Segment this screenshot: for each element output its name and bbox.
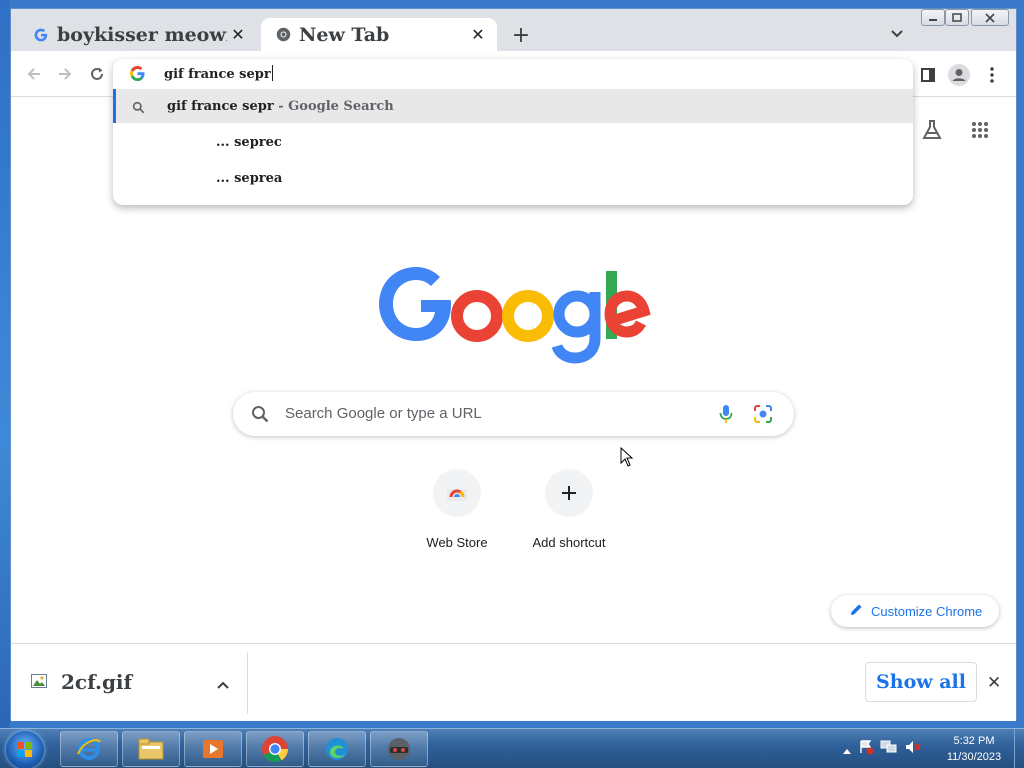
search-icon bbox=[251, 405, 269, 427]
back-arrow-icon[interactable] bbox=[23, 63, 45, 85]
new-tab-button[interactable]: + bbox=[509, 23, 533, 48]
tab-strip: boykisser meowin ✕ New Tab ✕ + bbox=[11, 9, 1016, 51]
shortcut-label: Web Store bbox=[426, 535, 488, 550]
internet-explorer-icon[interactable] bbox=[60, 731, 118, 767]
game-app-icon[interactable] bbox=[370, 731, 428, 767]
tab-title: New Tab bbox=[299, 23, 390, 46]
google-apps-icon[interactable] bbox=[971, 121, 989, 143]
omnibox-input[interactable]: gif france sepr bbox=[113, 59, 913, 89]
suggestion-item[interactable]: ... seprec bbox=[113, 125, 913, 159]
suggestion-item[interactable]: gif france sepr - Google Search bbox=[113, 89, 913, 123]
chrome-window: boykisser meowin ✕ New Tab ✕ + bbox=[10, 8, 1017, 721]
chrome-icon[interactable] bbox=[246, 731, 304, 767]
pencil-icon bbox=[849, 602, 863, 621]
search-placeholder: Search Google or type a URL bbox=[285, 405, 482, 422]
tab-close-icon[interactable]: ✕ bbox=[229, 25, 247, 44]
suggestion-text: ... seprec bbox=[216, 134, 282, 150]
volume-muted-icon[interactable] bbox=[904, 739, 922, 759]
taskbar-clock[interactable]: 5:32 PM 11/30/2023 bbox=[942, 733, 1006, 765]
file-explorer-icon[interactable] bbox=[122, 731, 180, 767]
labs-flask-icon[interactable] bbox=[921, 119, 943, 145]
tab-new-tab[interactable]: New Tab ✕ bbox=[261, 18, 497, 51]
shortcut-web-store[interactable]: Web Store bbox=[409, 469, 505, 550]
chrome-icon bbox=[275, 27, 291, 43]
minimize-icon[interactable] bbox=[921, 9, 945, 26]
desktop-edge bbox=[0, 0, 10, 730]
tab-close-icon[interactable]: ✕ bbox=[469, 25, 487, 44]
customize-chrome-button[interactable]: Customize Chrome bbox=[831, 595, 999, 627]
suggestion-item[interactable]: ... seprea bbox=[113, 161, 913, 195]
forward-arrow-icon[interactable] bbox=[54, 63, 76, 85]
clock-date: 11/30/2023 bbox=[946, 751, 1002, 763]
google-g-icon bbox=[130, 66, 145, 85]
google-logo bbox=[377, 254, 657, 364]
suggestion-text: gif france sepr - Google Search bbox=[167, 98, 394, 114]
divider bbox=[247, 652, 248, 714]
customize-chrome-label: Customize Chrome bbox=[871, 603, 983, 619]
action-center-icon[interactable] bbox=[858, 739, 874, 759]
start-button[interactable] bbox=[6, 731, 44, 768]
google-lens-icon[interactable] bbox=[753, 404, 773, 428]
show-all-button[interactable]: Show all bbox=[865, 662, 977, 702]
omnibox-dropdown: gif france sepr gif france sepr - Google… bbox=[113, 59, 913, 205]
webstore-icon bbox=[433, 469, 481, 517]
suggestion-text: ... seprea bbox=[216, 170, 283, 186]
download-item[interactable]: 2cf.gif bbox=[31, 670, 132, 694]
taskbar: 5:32 PM 11/30/2023 bbox=[0, 728, 1024, 768]
omnibox-query[interactable]: gif france sepr bbox=[164, 65, 273, 82]
show-hidden-icons-icon[interactable] bbox=[842, 740, 852, 759]
chevron-down-icon[interactable] bbox=[887, 24, 907, 43]
shortcut-add[interactable]: Add shortcut bbox=[521, 469, 617, 550]
menu-dots-icon[interactable] bbox=[981, 64, 1003, 86]
chevron-up-icon[interactable] bbox=[217, 674, 229, 693]
clock-time: 5:32 PM bbox=[953, 735, 995, 747]
image-file-icon bbox=[31, 673, 47, 692]
show-desktop-button[interactable] bbox=[1014, 729, 1024, 768]
shortcut-label: Add shortcut bbox=[532, 535, 606, 550]
side-panel-icon[interactable] bbox=[917, 64, 939, 86]
text-caret bbox=[271, 65, 273, 81]
tab-title: boykisser meowin bbox=[57, 23, 227, 46]
plus-icon bbox=[545, 469, 593, 517]
maximize-icon[interactable] bbox=[945, 9, 969, 26]
edge-icon[interactable] bbox=[308, 731, 366, 767]
download-file-name: 2cf.gif bbox=[61, 670, 133, 694]
close-icon[interactable] bbox=[971, 9, 1009, 26]
reload-icon[interactable] bbox=[86, 63, 108, 85]
windows-logo-icon bbox=[17, 742, 32, 757]
google-g-icon bbox=[33, 27, 49, 43]
ntp-search-box[interactable]: Search Google or type a URL bbox=[233, 392, 794, 436]
network-icon[interactable] bbox=[880, 739, 898, 759]
download-bar: 2cf.gif Show all ✕ bbox=[11, 643, 1016, 721]
tab-boykisser[interactable]: boykisser meowin ✕ bbox=[19, 18, 257, 51]
profile-avatar-icon[interactable] bbox=[948, 64, 970, 86]
search-icon bbox=[132, 99, 145, 118]
microphone-icon[interactable] bbox=[719, 404, 733, 428]
media-player-icon[interactable] bbox=[184, 731, 242, 767]
system-tray bbox=[842, 739, 922, 759]
close-icon[interactable]: ✕ bbox=[987, 673, 1001, 693]
mouse-cursor-icon bbox=[620, 447, 634, 467]
